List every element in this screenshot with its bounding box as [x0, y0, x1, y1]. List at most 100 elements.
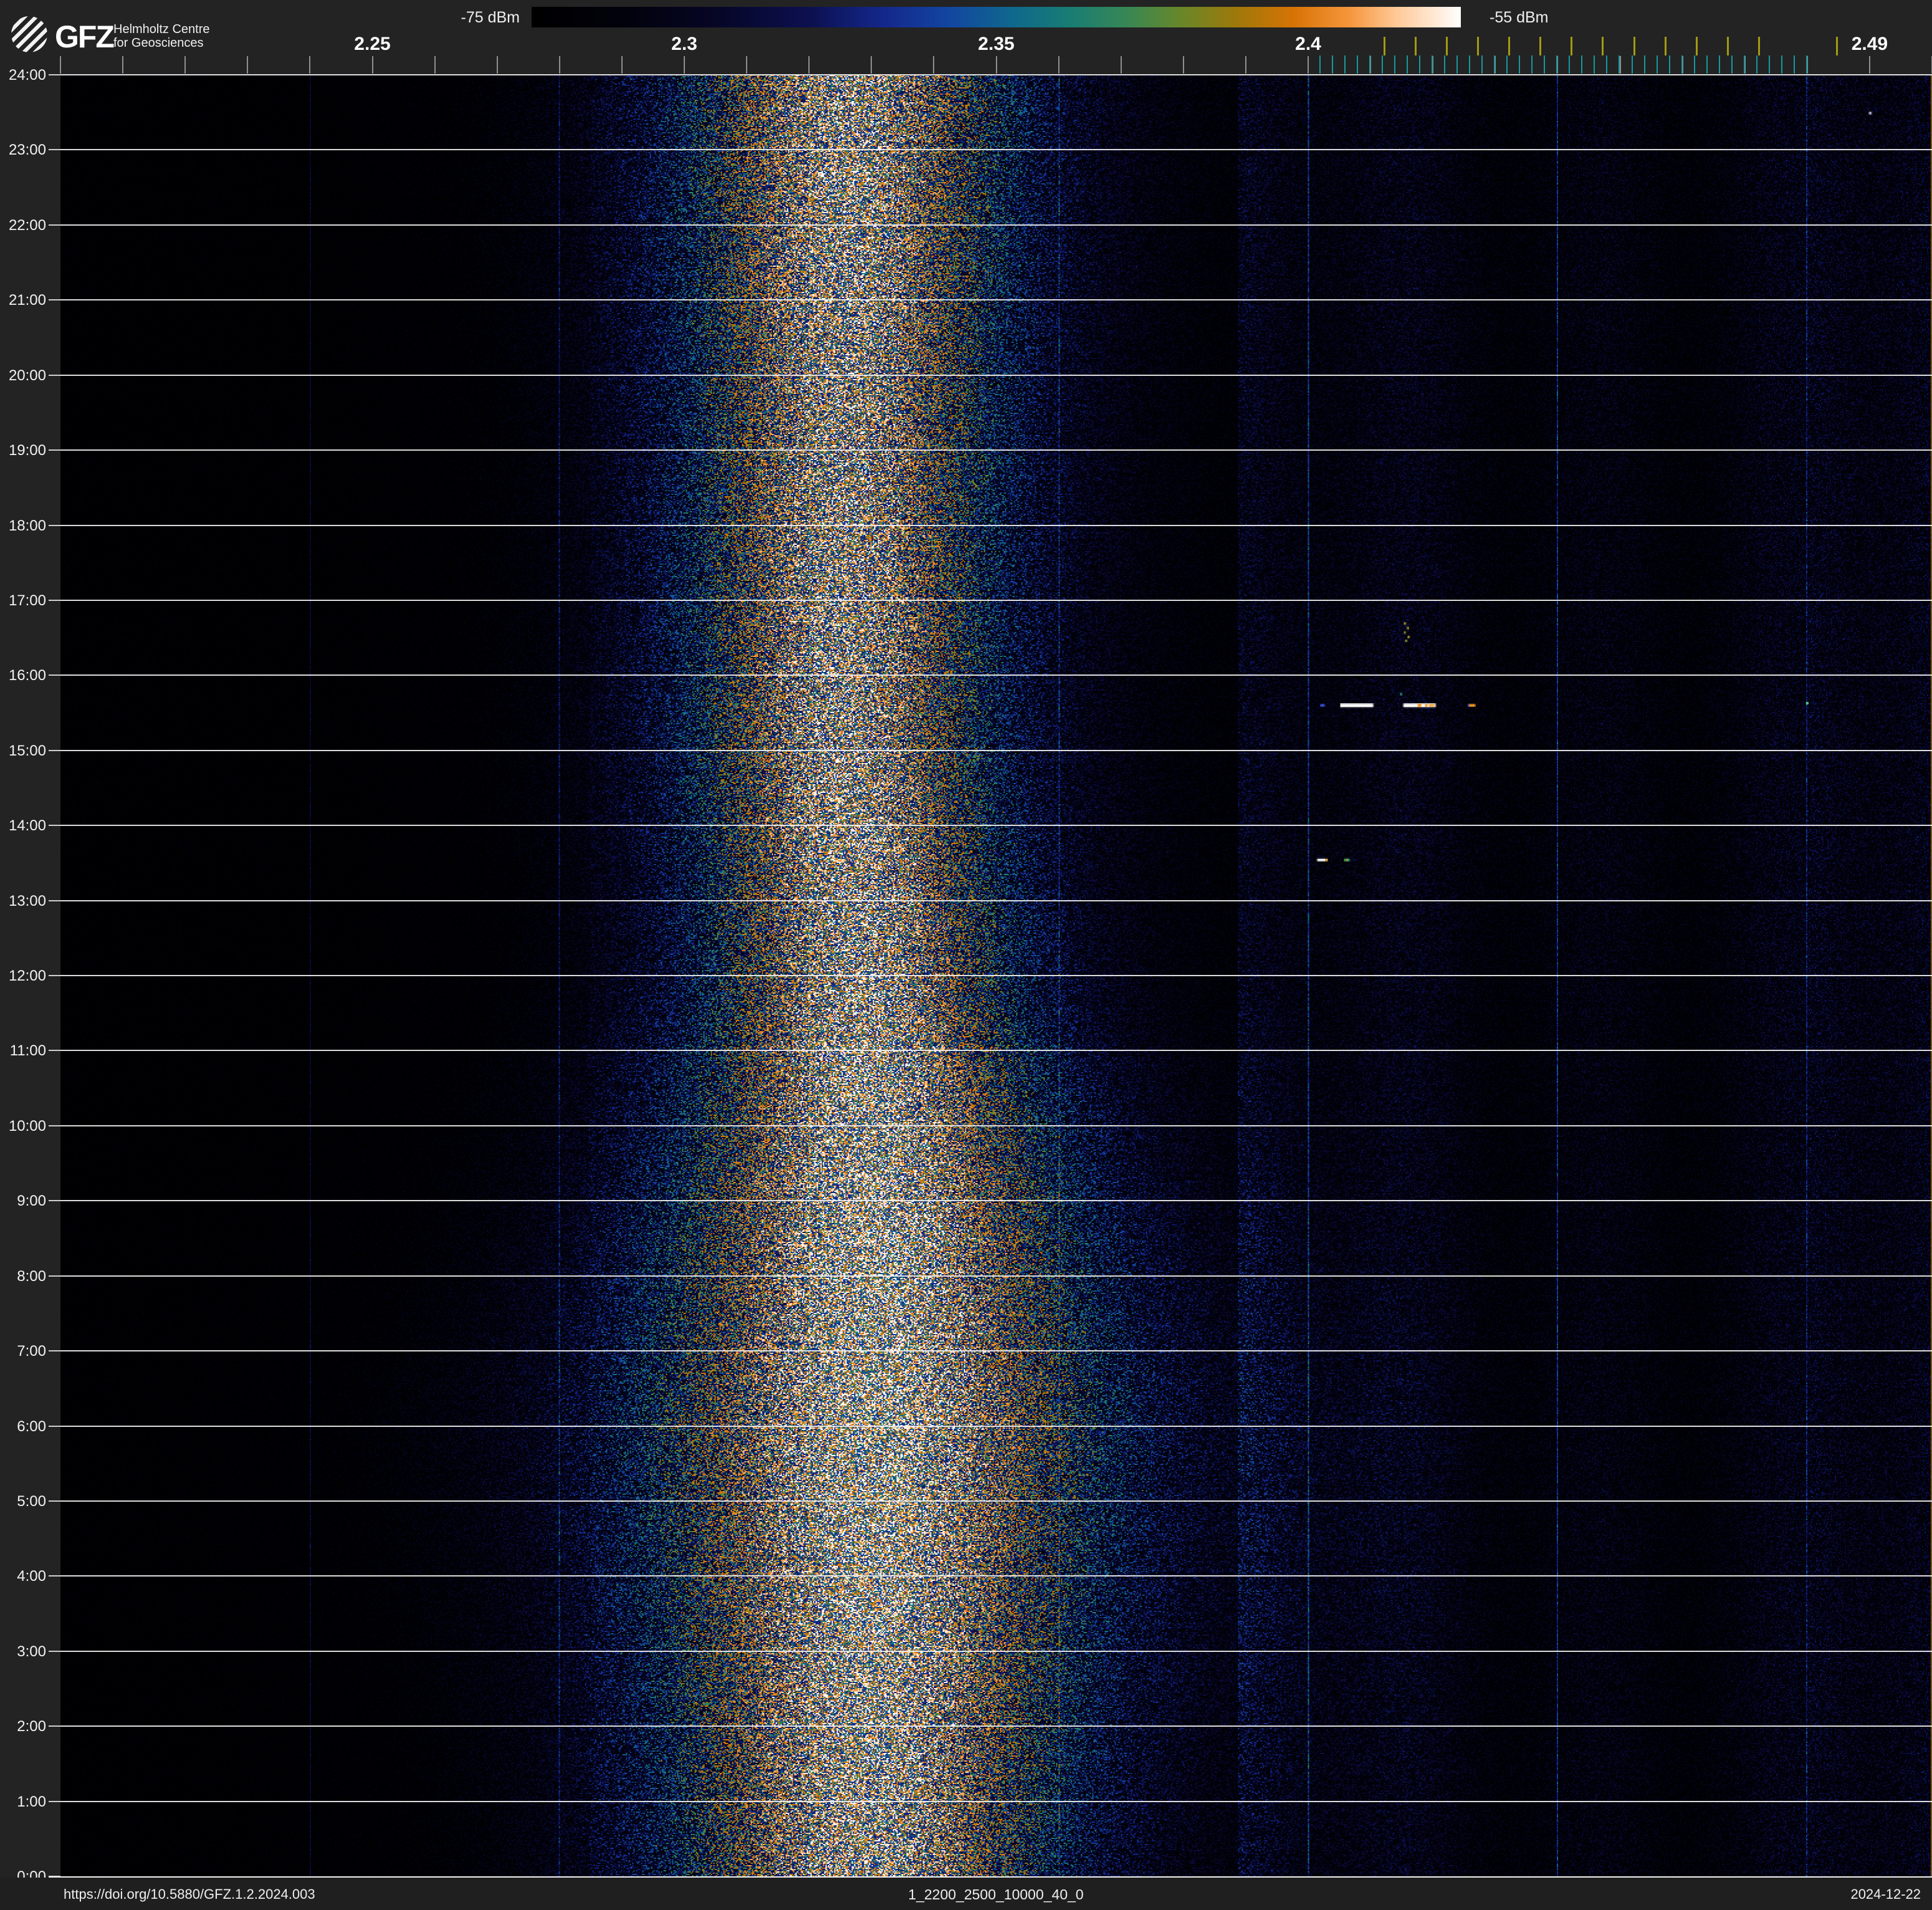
- hour-tick-17: [49, 599, 60, 601]
- logo-subtitle: Helmholtz Centre for Geosciences: [113, 22, 210, 50]
- carrier-tick-teal: [1718, 55, 1720, 74]
- time-label-12: 12:00: [8, 967, 46, 984]
- carrier-tick-teal: [1805, 55, 1807, 74]
- time-label-16: 16:00: [8, 667, 46, 684]
- carrier-tick-yellow: [1757, 37, 1760, 55]
- carrier-tick-teal: [1432, 55, 1433, 74]
- hour-tick-19: [49, 449, 60, 451]
- carrier-tick-teal: [1594, 55, 1595, 74]
- hour-tick-11: [49, 1050, 60, 1052]
- hour-tick-12: [49, 975, 60, 976]
- carrier-tick-yellow: [1539, 37, 1542, 55]
- hour-tick-7: [49, 1350, 60, 1352]
- carrier-tick-teal: [1631, 55, 1633, 74]
- doi-link[interactable]: https://doi.org/10.5880/GFZ.1.2.2024.003: [64, 1886, 315, 1903]
- carrier-tick-teal: [1781, 55, 1782, 74]
- hour-gridline-2: [60, 1725, 1932, 1727]
- hour-gridline-8: [60, 1275, 1932, 1277]
- hour-tick-22: [49, 224, 60, 226]
- freq-minor-tick: [684, 56, 685, 74]
- hour-gridline-3: [60, 1650, 1932, 1652]
- hour-tick-2: [49, 1725, 60, 1727]
- hour-tick-18: [49, 524, 60, 526]
- freq-minor-tick: [1308, 56, 1309, 74]
- freq-minor-tick: [558, 56, 560, 74]
- time-label-2: 2:00: [17, 1718, 46, 1735]
- freq-minor-tick: [60, 56, 61, 74]
- carrier-tick-yellow: [1633, 37, 1635, 55]
- time-label-18: 18:00: [8, 517, 46, 534]
- carrier-tick-teal: [1656, 55, 1658, 74]
- hour-tick-20: [49, 374, 60, 376]
- carrier-tick-yellow: [1695, 37, 1698, 55]
- carrier-tick-teal: [1332, 55, 1334, 74]
- hour-tick-4: [49, 1575, 60, 1577]
- hour-gridline-1: [60, 1800, 1932, 1802]
- gfz-globe-icon: [11, 16, 47, 52]
- freq-minor-tick: [496, 56, 498, 74]
- time-label-24: 24:00: [8, 67, 46, 84]
- carrier-tick-teal: [1569, 55, 1571, 74]
- carrier-tick-yellow: [1477, 37, 1480, 55]
- carrier-tick-yellow: [1602, 37, 1604, 55]
- hour-gridline-14: [60, 825, 1932, 827]
- hour-gridline-22: [60, 224, 1932, 226]
- carrier-tick-yellow: [1726, 37, 1729, 55]
- time-label-15: 15:00: [8, 742, 46, 759]
- time-label-20: 20:00: [8, 367, 46, 384]
- hour-gridline-9: [60, 1200, 1932, 1202]
- freq-minor-tick: [995, 56, 997, 74]
- carrier-tick-teal: [1481, 55, 1483, 74]
- carrier-tick-teal: [1619, 55, 1620, 74]
- hour-gridline-13: [60, 900, 1932, 901]
- spectrogram-page: GFZ Helmholtz Centre for Geosciences -75…: [0, 0, 1932, 1910]
- carrier-tick-teal: [1731, 55, 1733, 74]
- freq-label-2.25: 2.25: [354, 34, 391, 54]
- freq-minor-tick: [933, 56, 935, 74]
- carrier-tick-teal: [1506, 55, 1508, 74]
- carrier-tick-teal: [1743, 55, 1745, 74]
- hour-gridline-20: [60, 374, 1932, 376]
- time-label-5: 5:00: [17, 1492, 46, 1510]
- date-label: 2024-12-22: [1850, 1886, 1921, 1902]
- carrier-tick-teal: [1531, 55, 1533, 74]
- carrier-tick-teal: [1693, 55, 1695, 74]
- hour-tick-13: [49, 900, 60, 901]
- freq-minor-tick: [371, 56, 373, 74]
- carrier-tick-teal: [1382, 55, 1384, 74]
- freq-minor-tick: [1245, 56, 1246, 74]
- hour-gridline-7: [60, 1350, 1932, 1352]
- hour-tick-9: [49, 1200, 60, 1202]
- time-label-1: 1:00: [17, 1793, 46, 1810]
- hour-gridline-19: [60, 449, 1932, 451]
- carrier-tick-teal: [1469, 55, 1471, 74]
- hour-gridline-21: [60, 299, 1932, 301]
- time-label-17: 17:00: [8, 592, 46, 609]
- hour-tick-10: [49, 1125, 60, 1126]
- station-id-label: 1_2200_2500_10000_40_0: [908, 1886, 1084, 1903]
- hour-tick-24: [49, 74, 60, 75]
- carrier-tick-teal: [1556, 55, 1558, 74]
- hour-gridline-11: [60, 1050, 1932, 1052]
- hour-tick-16: [49, 674, 60, 676]
- carrier-tick-teal: [1344, 55, 1346, 74]
- time-label-13: 13:00: [8, 892, 46, 909]
- freq-minor-tick: [871, 56, 873, 74]
- freq-minor-tick: [247, 56, 249, 74]
- carrier-tick-teal: [1319, 55, 1321, 74]
- carrier-tick-teal: [1357, 55, 1359, 74]
- hour-gridline-10: [60, 1125, 1932, 1126]
- freq-label-2.3: 2.3: [671, 34, 697, 54]
- hour-tick-6: [49, 1425, 60, 1427]
- freq-minor-tick: [1120, 56, 1122, 74]
- logo-brand: GFZ: [55, 19, 115, 54]
- logo-subtitle-line1: Helmholtz Centre: [113, 22, 210, 36]
- carrier-tick-yellow: [1664, 37, 1667, 55]
- carrier-tick-teal: [1681, 55, 1683, 74]
- colorbar-min-label: -75 dBm: [461, 9, 520, 26]
- hour-tick-8: [49, 1275, 60, 1277]
- carrier-tick-teal: [1793, 55, 1795, 74]
- time-label-9: 9:00: [17, 1193, 46, 1210]
- hour-gridline-17: [60, 599, 1932, 601]
- hour-tick-21: [49, 299, 60, 301]
